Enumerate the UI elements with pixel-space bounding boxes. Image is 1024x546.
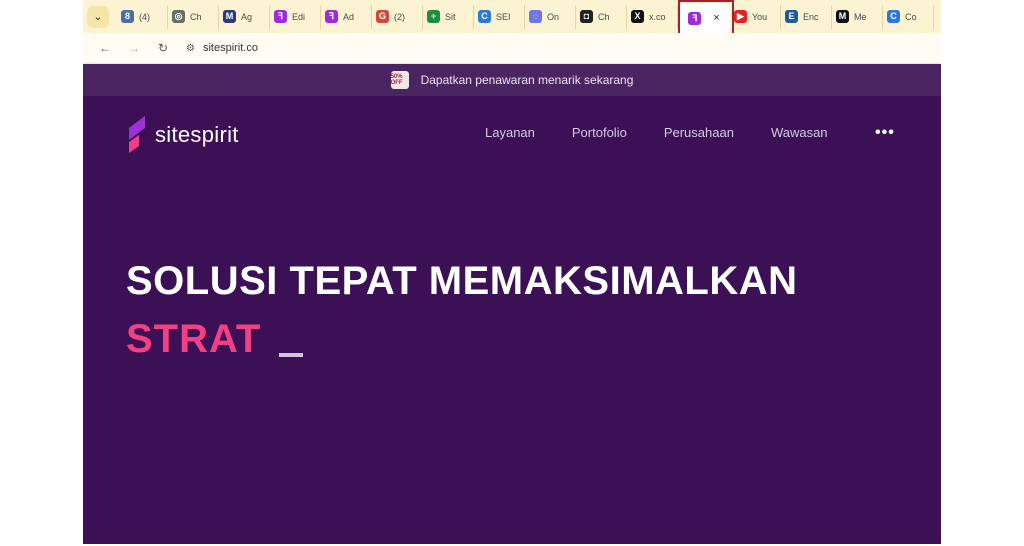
tab[interactable]: ꟻ Edi xyxy=(270,4,321,29)
back-arrow-icon[interactable]: ← xyxy=(95,38,115,58)
forward-arrow-icon[interactable]: → xyxy=(124,38,144,58)
sheets-plus-icon: + xyxy=(427,10,440,23)
hero-typed-line: STRAT xyxy=(126,310,798,368)
site-logo[interactable]: sitespirit xyxy=(125,114,239,156)
tab[interactable]: ꟻ Ad xyxy=(321,4,372,29)
tab[interactable]: C SEI xyxy=(474,4,525,29)
browser-window: ⌄ 8 (4) ◎ Ch M Ag ꟻ Edi ꟻ Ad G (2) + Sit C SEI ◌ On ◘ Ch Xx.… xyxy=(83,0,941,546)
tab-label: (2) xyxy=(394,11,405,22)
tab-list: 8 (4) ◎ Ch M Ag ꟻ Edi ꟻ Ad G (2) + Sit C SEI ◌ On ◘ Ch Xx.co… xyxy=(117,0,934,33)
tab-label: Co xyxy=(905,11,917,22)
tab-label: Ch xyxy=(190,11,202,22)
excel-icon: E xyxy=(785,10,798,23)
tab[interactable]: E Enc xyxy=(781,4,832,29)
tab[interactable]: + Sit xyxy=(423,4,474,29)
tab-label: You xyxy=(752,11,768,22)
medium-icon: M xyxy=(836,10,849,23)
sitespirit-icon: ꟻ xyxy=(688,11,702,25)
sitespirit-icon: ꟻ xyxy=(274,10,287,23)
tab[interactable]: G (2) xyxy=(372,4,423,29)
sitespirit-logo-icon xyxy=(129,116,145,153)
nav-item-wawasan[interactable]: Wawasan xyxy=(771,125,828,140)
tab-search-chevron-icon[interactable]: ⌄ xyxy=(87,5,109,28)
tab[interactable]: ▶ You xyxy=(730,4,781,29)
google-circle-icon: G xyxy=(376,10,389,23)
promo-text[interactable]: Dapatkan penawaran menarik sekarang xyxy=(421,73,634,87)
tab-label: SEI xyxy=(496,11,511,22)
tab[interactable]: M Ag xyxy=(219,4,270,29)
tab[interactable]: Xx.co xyxy=(627,4,678,29)
tab[interactable]: ◎ Ch xyxy=(168,4,219,29)
tab-label: x.co xyxy=(649,11,666,22)
nav-item-perusahaan[interactable]: Perusahaan xyxy=(664,125,734,140)
tab-label: On xyxy=(547,11,560,22)
site-navbar: sitespirit Layanan Portofolio Perusahaan… xyxy=(83,110,941,160)
tab-strip: ⌄ 8 (4) ◎ Ch M Ag ꟻ Edi ꟻ Ad G (2) + Sit C SEI ◌ On ◘ Ch Xx.… xyxy=(83,0,941,33)
tab[interactable]: ◘ Ch xyxy=(576,4,627,29)
typing-cursor xyxy=(279,353,304,357)
reload-icon[interactable]: ↻ xyxy=(153,38,173,58)
chatgpt-icon: ◎ xyxy=(172,10,185,23)
tab[interactable]: ◌ On xyxy=(525,4,576,29)
tab-close-icon[interactable]: × xyxy=(713,12,719,24)
tab-label: (4) xyxy=(139,11,150,22)
c-circle-icon: C xyxy=(887,10,900,23)
tab-label: Enc xyxy=(803,11,819,22)
promo-bar[interactable]: 50% OFF Dapatkan penawaran menarik sekar… xyxy=(83,64,941,96)
site-settings-icon[interactable]: ⚙ xyxy=(186,43,195,54)
tab-label: Ag xyxy=(241,11,253,22)
discount-badge-icon: 50% OFF xyxy=(390,71,409,89)
brand-name: sitespirit xyxy=(155,122,239,147)
website-page: 50% OFF Dapatkan penawaran menarik sekar… xyxy=(83,64,941,544)
letter-m-icon: M xyxy=(223,10,236,23)
tab[interactable]: 8 (4) xyxy=(117,4,168,29)
bookmark-8-icon: 8 xyxy=(121,10,134,23)
tab-active[interactable]: ꟻ × xyxy=(678,3,730,33)
tab-label: Sit xyxy=(445,11,456,22)
square-brand-icon: ◘ xyxy=(580,10,593,23)
hero-headline: SOLUSI TEPAT MEMAKSIMALKAN xyxy=(126,259,798,303)
omnibox[interactable]: ⚙ sitespirit.co xyxy=(186,42,258,54)
tab[interactable]: M Me xyxy=(832,4,883,29)
more-menu-icon[interactable]: ••• xyxy=(875,124,895,142)
tab-label: Me xyxy=(854,11,867,22)
nav-item-portofolio[interactable]: Portofolio xyxy=(572,125,627,140)
x-icon: X xyxy=(631,10,644,23)
youtube-icon: ▶ xyxy=(734,10,747,23)
sitespirit-icon: ꟻ xyxy=(325,10,338,23)
tab-label: Edi xyxy=(292,11,306,22)
url-text[interactable]: sitespirit.co xyxy=(203,42,258,54)
tab-label: Ad xyxy=(343,11,355,22)
nav-item-layanan[interactable]: Layanan xyxy=(485,125,535,140)
on-circle-icon: ◌ xyxy=(529,10,542,23)
main-menu: Layanan Portofolio Perusahaan Wawasan xyxy=(485,125,828,140)
tab-label: Ch xyxy=(598,11,610,22)
seo-c-icon: C xyxy=(478,10,491,23)
hero-typed-text: STRAT xyxy=(126,317,262,361)
address-toolbar: ← → ↻ ⚙ sitespirit.co xyxy=(83,33,941,64)
hero-section: SOLUSI TEPAT MEMAKSIMALKAN STRAT xyxy=(126,252,798,368)
tab[interactable]: C Co xyxy=(883,4,934,29)
